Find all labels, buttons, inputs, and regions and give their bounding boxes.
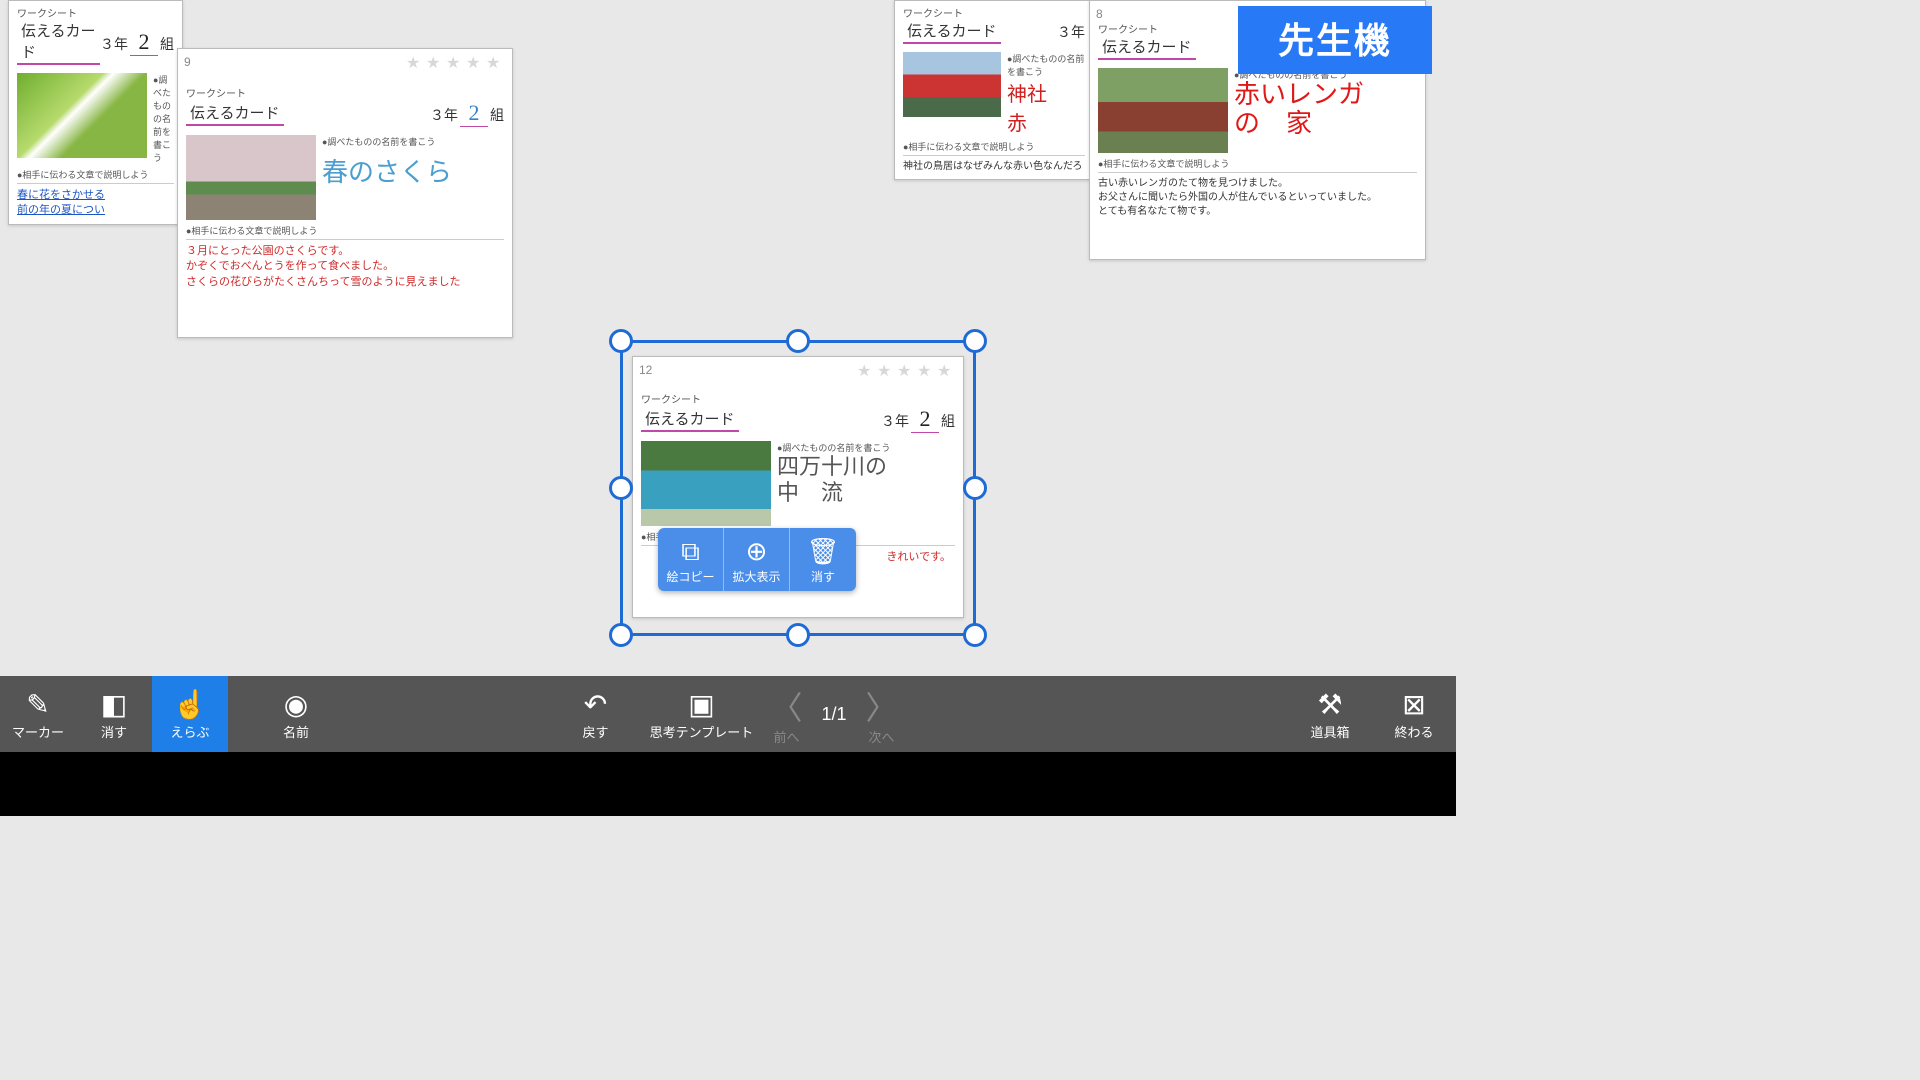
person-icon: ◉: [284, 688, 308, 720]
handwritten-title: 赤いレンガ の 家: [1234, 81, 1417, 138]
chevron-right-icon: 〉: [866, 683, 898, 729]
undo-button[interactable]: ↶ 戻す: [549, 676, 641, 752]
pencil-icon: ✎: [26, 688, 49, 720]
star-icon: ★: [446, 53, 466, 73]
worksheet-label: ワークシート: [17, 5, 182, 20]
resize-handle[interactable]: [963, 329, 987, 353]
eraser-icon: ◧: [101, 688, 127, 720]
marker-tool[interactable]: ✎ マーカー: [0, 676, 76, 752]
resize-handle[interactable]: [786, 623, 810, 647]
resize-handle[interactable]: [609, 476, 633, 500]
pointer-icon: ☝: [173, 688, 208, 720]
delete-button[interactable]: 🗑 消す: [790, 528, 856, 591]
resize-handle[interactable]: [609, 623, 633, 647]
card-number: 9: [184, 55, 191, 69]
next-page-button[interactable]: 〉 次へ: [857, 683, 907, 746]
handwritten-title: 神社 赤: [1007, 78, 1085, 136]
handwritten-title: 春のさくら: [322, 152, 504, 189]
star-icon: ★: [426, 53, 446, 73]
worksheet-label: ワークシート: [186, 85, 512, 100]
star-rating[interactable]: ★ ★ ★ ★ ★: [406, 53, 506, 73]
note-body: 春に花をさかせる 前の年の夏につい: [9, 184, 182, 225]
selection-box[interactable]: [620, 340, 976, 636]
toolbox-icon: ⚒: [1317, 688, 1342, 720]
erase-tool[interactable]: ◧ 消す: [76, 676, 152, 752]
photo-thumbnail: [903, 52, 1001, 117]
worksheet-card[interactable]: ワークシート 伝えるカード ３年 ●調べたものの名前を書こう 神社 赤 ●相手に…: [894, 0, 1094, 180]
bottom-toolbar: ✎ マーカー ◧ 消す ☝ えらぶ ◉ 名前 ↶ 戻す ▣ 思考テンプレート 〈…: [0, 676, 1456, 752]
copy-image-button[interactable]: ⧉ 絵コピー: [658, 528, 724, 591]
note-body: 古い赤いレンガのたて物を見つけました。 お父さんに聞いたら外国の人が住んでいると…: [1090, 173, 1425, 225]
template-button[interactable]: ▣ 思考テンプレート: [641, 676, 761, 752]
photo-thumbnail: [186, 135, 316, 220]
resize-handle[interactable]: [786, 329, 810, 353]
zoom-button[interactable]: ⊕ 拡大表示: [724, 528, 790, 591]
toolbox-button[interactable]: ⚒ 道具箱: [1288, 676, 1372, 752]
field-label: ●調べたものの名前を書こう: [1007, 52, 1085, 78]
prev-page-button[interactable]: 〈 前へ: [761, 683, 811, 746]
chevron-left-icon: 〈: [770, 683, 802, 729]
note-label: ●相手に伝わる文章で説明しよう: [17, 168, 182, 181]
resize-handle[interactable]: [963, 476, 987, 500]
note-body: 神社の鳥居はなぜみんな赤い色なんだろ: [895, 156, 1093, 180]
template-icon: ▣: [688, 688, 714, 720]
zoom-in-icon: ⊕: [746, 536, 768, 566]
close-icon: ⊠: [1402, 688, 1425, 720]
class-line: ３年2組: [430, 100, 504, 127]
end-button[interactable]: ⊠ 終わる: [1372, 676, 1456, 752]
note-label: ●相手に伝わる文章で説明しよう: [186, 224, 512, 237]
worksheet-card[interactable]: ワークシート 伝えるカード ３年2組 ●調べたものの名前を書こう ●相手に伝わる…: [8, 0, 183, 225]
bottom-strip: [0, 752, 1456, 816]
star-icon: ★: [406, 53, 426, 73]
canvas-area[interactable]: ワークシート 伝えるカード ３年2組 ●調べたものの名前を書こう ●相手に伝わる…: [0, 0, 1456, 676]
note-label: ●相手に伝わる文章で説明しよう: [1098, 157, 1425, 170]
resize-handle[interactable]: [609, 329, 633, 353]
class-line: ３年: [1057, 22, 1085, 42]
copy-icon: ⧉: [681, 536, 700, 566]
undo-icon: ↶: [584, 688, 607, 720]
select-tool[interactable]: ☝ えらぶ: [152, 676, 228, 752]
card-title: 伝えるカード: [1098, 36, 1196, 60]
note-label: ●相手に伝わる文章で説明しよう: [903, 140, 1093, 153]
field-label: ●調べたものの名前を書こう: [322, 135, 504, 148]
field-label: ●調べたものの名前を書こう: [153, 73, 174, 164]
star-icon: ★: [466, 53, 486, 73]
photo-thumbnail: [1098, 68, 1228, 153]
name-tool[interactable]: ◉ 名前: [258, 676, 334, 752]
photo-thumbnail: [17, 73, 147, 158]
trash-icon: 🗑: [806, 536, 839, 566]
selection-toolbar: ⧉ 絵コピー ⊕ 拡大表示 🗑 消す: [658, 528, 856, 591]
card-title: 伝えるカード: [903, 20, 1001, 44]
note-body: ３月にとった公園のさくらです。 かぞくでおべんとうを作って食べました。 さくらの…: [178, 240, 512, 296]
star-icon: ★: [486, 53, 506, 73]
worksheet-label: ワークシート: [903, 5, 1093, 20]
card-number: 8: [1096, 7, 1103, 21]
worksheet-card-9[interactable]: 9 ★ ★ ★ ★ ★ ワークシート 伝えるカード ３年2組 ●調べたものの名前…: [177, 48, 513, 338]
page-indicator: 1/1: [821, 704, 846, 725]
class-line: ３年2組: [100, 29, 174, 56]
resize-handle[interactable]: [963, 623, 987, 647]
teacher-badge: 先生機: [1238, 6, 1432, 74]
card-title: 伝えるカード: [186, 102, 284, 126]
card-title: 伝えるカード: [17, 20, 100, 65]
